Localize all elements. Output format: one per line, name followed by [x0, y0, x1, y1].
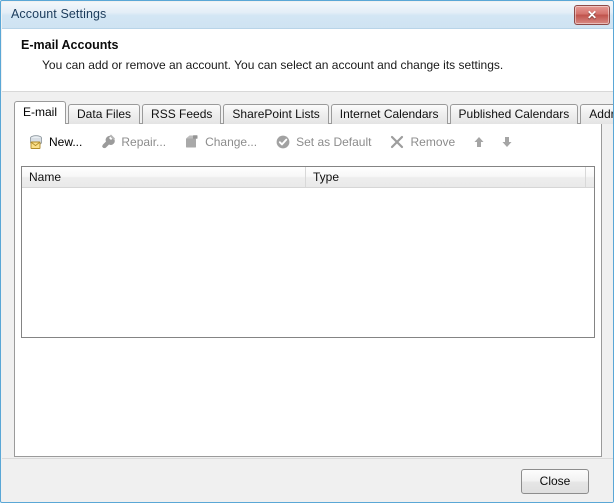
repair-account-label: Repair...: [121, 135, 167, 149]
account-settings-window: Account Settings ✕ E-mail Accounts You c…: [0, 0, 614, 503]
repair-icon: [100, 134, 116, 150]
new-account-icon: [28, 134, 44, 150]
column-header-name[interactable]: Name: [22, 167, 306, 187]
window-close-icon: ✕: [586, 8, 598, 22]
move-down-button[interactable]: [494, 130, 520, 154]
repair-account-button[interactable]: Repair...: [93, 130, 173, 154]
tab-email[interactable]: E-mail: [14, 101, 67, 124]
tab-panel-email: New... Repair... Change... Set as Defaul…: [14, 123, 602, 457]
new-account-label: New...: [49, 135, 83, 149]
tab-rss-feeds[interactable]: RSS Feeds: [142, 104, 222, 124]
remove-account-label: Remove: [410, 135, 456, 149]
tab-published-calendars[interactable]: Published Calendars: [449, 104, 579, 124]
tab-data-files[interactable]: Data Files: [68, 104, 141, 124]
set-default-check-icon: [275, 134, 291, 150]
dialog-footer: Close: [2, 458, 613, 502]
window-title: Account Settings: [11, 7, 107, 21]
set-as-default-label: Set as Default: [296, 135, 372, 149]
header-title: E-mail Accounts: [21, 38, 119, 52]
change-account-label: Change...: [205, 135, 258, 149]
title-bar: Account Settings ✕: [2, 2, 613, 29]
change-account-button[interactable]: Change...: [177, 130, 264, 154]
new-account-button[interactable]: New...: [21, 130, 89, 154]
tab-sharepoint-lists[interactable]: SharePoint Lists: [223, 104, 329, 124]
column-header-extra[interactable]: [586, 167, 594, 187]
accounts-list[interactable]: Name Type: [21, 166, 595, 338]
dialog-header: E-mail Accounts You can add or remove an…: [2, 29, 613, 91]
accounts-list-body[interactable]: [22, 188, 594, 337]
tab-address-books[interactable]: Address Books: [580, 104, 613, 124]
remove-account-button[interactable]: Remove: [382, 130, 462, 154]
arrow-up-icon: [471, 134, 487, 150]
window-close-button[interactable]: ✕: [574, 5, 610, 25]
tab-internet-calendars[interactable]: Internet Calendars: [330, 104, 448, 124]
set-as-default-button[interactable]: Set as Default: [268, 130, 378, 154]
arrow-down-icon: [499, 134, 515, 150]
remove-x-icon: [389, 134, 405, 150]
column-header-type[interactable]: Type: [306, 167, 586, 187]
header-description: You can add or remove an account. You ca…: [42, 58, 504, 72]
close-button[interactable]: Close: [521, 469, 589, 494]
accounts-toolbar: New... Repair... Change... Set as Defaul…: [15, 129, 522, 155]
tab-strip: E-mail Data Files RSS Feeds SharePoint L…: [14, 101, 613, 124]
change-icon: [184, 134, 200, 150]
accounts-list-header: Name Type: [22, 167, 594, 188]
move-up-button[interactable]: [466, 130, 492, 154]
